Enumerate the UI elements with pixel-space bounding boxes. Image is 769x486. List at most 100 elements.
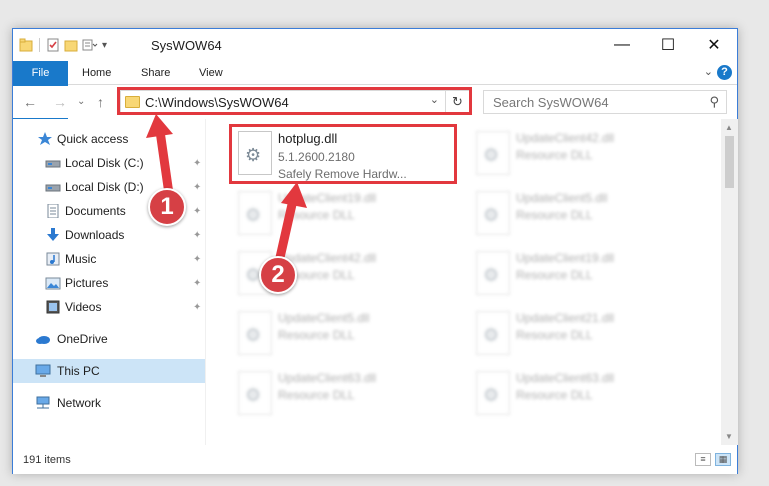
- sidebar-item-this-pc[interactable]: This PC: [13, 359, 205, 383]
- gear-icon: ⚙: [483, 385, 500, 405]
- tab-home[interactable]: Home: [82, 61, 111, 85]
- ribbon-tabs: File Home Share View ⌄ ?: [13, 61, 737, 119]
- file-description: Resource DLL: [516, 328, 593, 342]
- gear-icon: ⚙: [483, 205, 500, 225]
- item-count: 191 items: [23, 454, 71, 466]
- customize-icon[interactable]: [82, 38, 98, 52]
- navigation-pane: Quick access Local Disk (C:) ✦ Local Dis…: [13, 119, 205, 445]
- drive-icon: [45, 184, 61, 192]
- search-placeholder: Search SysWOW64: [493, 95, 609, 110]
- window-title: SysWOW64: [151, 38, 222, 53]
- download-icon: [47, 228, 59, 241]
- folder-icon[interactable]: [19, 38, 33, 52]
- status-bar: 191 items ≡ ▦: [13, 445, 737, 474]
- minimize-button[interactable]: —: [599, 29, 645, 61]
- file-item[interactable]: ⚙ UpdateClient19.dll Resource DLL: [232, 183, 457, 241]
- star-icon: [38, 132, 52, 145]
- file-item[interactable]: ⚙ UpdateClient5.dll Resource DLL: [470, 183, 695, 241]
- pin-icon[interactable]: ✦: [193, 158, 201, 169]
- help-icon[interactable]: ?: [717, 65, 732, 80]
- up-button[interactable]: ↑: [97, 94, 104, 110]
- file-name: UpdateClient63.dll: [278, 371, 377, 385]
- pin-icon[interactable]: ✦: [193, 206, 201, 217]
- sidebar-item-pictures[interactable]: Pictures ✦: [13, 271, 205, 295]
- gear-icon: ⚙: [245, 385, 262, 405]
- sidebar-item-label: OneDrive: [57, 332, 108, 346]
- file-highlight-box: [229, 124, 457, 184]
- file-name: UpdateClient19.dll: [278, 191, 377, 205]
- dll-file-icon: ⚙: [476, 371, 510, 415]
- scrollbar-thumb[interactable]: [725, 136, 734, 188]
- sidebar-item-label: Documents: [65, 204, 126, 218]
- sidebar-item-label: Pictures: [65, 276, 109, 290]
- file-name: UpdateClient5.dll: [278, 311, 370, 325]
- back-button[interactable]: ←: [23, 94, 37, 110]
- file-description: Resource DLL: [278, 388, 355, 402]
- toolbar-separator: [39, 38, 40, 52]
- sidebar-item-label: This PC: [57, 364, 100, 378]
- view-switcher: ≡ ▦: [695, 453, 731, 466]
- sidebar-item-music[interactable]: Music ✦: [13, 247, 205, 271]
- maximize-button[interactable]: ☐: [645, 29, 691, 61]
- sidebar-item-videos[interactable]: Videos ✦: [13, 295, 205, 319]
- pin-icon[interactable]: ✦: [193, 278, 201, 289]
- tab-share[interactable]: Share: [141, 61, 170, 85]
- pin-icon[interactable]: ✦: [193, 254, 201, 265]
- file-name: UpdateClient5.dll: [516, 191, 608, 205]
- forward-button[interactable]: →: [53, 94, 67, 110]
- file-description: Resource DLL: [516, 148, 593, 162]
- tiles-view-icon[interactable]: ▦: [715, 453, 731, 466]
- pictures-icon: [45, 277, 61, 290]
- file-description: Resource DLL: [516, 208, 593, 222]
- file-name: UpdateClient19.dll: [516, 251, 615, 265]
- dll-file-icon: ⚙: [238, 371, 272, 415]
- expand-ribbon-icon[interactable]: ⌄: [704, 65, 713, 78]
- file-item[interactable]: ⚙ UpdateClient63.dll Resource DLL: [232, 363, 457, 421]
- dll-file-icon: ⚙: [238, 311, 272, 355]
- sidebar-item-label: Network: [57, 396, 102, 410]
- scroll-down-icon[interactable]: ▼: [725, 432, 733, 441]
- file-item[interactable]: ⚙ UpdateClient5.dll Resource DLL: [232, 303, 457, 361]
- sidebar-item-label: Quick access: [57, 132, 129, 146]
- details-view-icon[interactable]: ≡: [695, 453, 711, 466]
- gear-icon: ⚙: [483, 325, 500, 345]
- new-folder-icon[interactable]: [64, 38, 78, 52]
- tab-view[interactable]: View: [199, 61, 223, 85]
- computer-icon: [35, 364, 51, 377]
- file-description: Resource DLL: [278, 208, 355, 222]
- pin-icon[interactable]: ✦: [193, 182, 201, 193]
- pin-icon[interactable]: ✦: [193, 230, 201, 241]
- title-bar: ▾ SysWOW64 — ☐ ✕: [13, 29, 737, 61]
- dll-file-icon: ⚙: [238, 191, 272, 235]
- sidebar-item-label: Videos: [65, 300, 102, 314]
- quick-access-toolbar: ▾: [19, 36, 107, 54]
- gear-icon: ⚙: [245, 205, 262, 225]
- sidebar-item-downloads[interactable]: Downloads ✦: [13, 223, 205, 247]
- search-input[interactable]: Search SysWOW64 ⚲: [483, 90, 727, 114]
- sidebar-item-local-disk-c[interactable]: Local Disk (C:) ✦: [13, 151, 205, 175]
- file-name: UpdateClient42.dll: [516, 131, 615, 145]
- file-item[interactable]: ⚙ UpdateClient42.dll Resource DLL: [470, 123, 695, 181]
- file-item[interactable]: ⚙ UpdateClient63.dll Resource DLL: [470, 363, 695, 421]
- sidebar-item-label: Local Disk (C:): [65, 156, 144, 170]
- sidebar-item-network[interactable]: Network: [13, 391, 205, 415]
- recent-locations-icon[interactable]: ⌄: [77, 96, 85, 107]
- file-item[interactable]: ⚙ UpdateClient19.dll Resource DLL: [470, 243, 695, 301]
- sidebar-item-quick-access[interactable]: Quick access: [13, 127, 205, 151]
- close-button[interactable]: ✕: [691, 29, 737, 61]
- search-icon[interactable]: ⚲: [709, 94, 719, 110]
- gear-icon: ⚙: [483, 265, 500, 285]
- file-item[interactable]: ⚙ UpdateClient21.dll Resource DLL: [470, 303, 695, 361]
- drive-icon: [45, 160, 61, 168]
- vertical-scrollbar[interactable]: ▲ ▼: [721, 119, 738, 445]
- dll-file-icon: ⚙: [476, 311, 510, 355]
- qat-dropdown-icon[interactable]: ▾: [102, 40, 107, 51]
- properties-icon[interactable]: [46, 38, 60, 52]
- gear-icon: ⚙: [483, 145, 500, 165]
- gear-icon: ⚙: [245, 325, 262, 345]
- dll-file-icon: ⚙: [476, 131, 510, 175]
- documents-icon: [47, 204, 59, 218]
- scroll-up-icon[interactable]: ▲: [725, 123, 733, 132]
- pin-icon[interactable]: ✦: [193, 302, 201, 313]
- sidebar-item-onedrive[interactable]: OneDrive: [13, 327, 205, 351]
